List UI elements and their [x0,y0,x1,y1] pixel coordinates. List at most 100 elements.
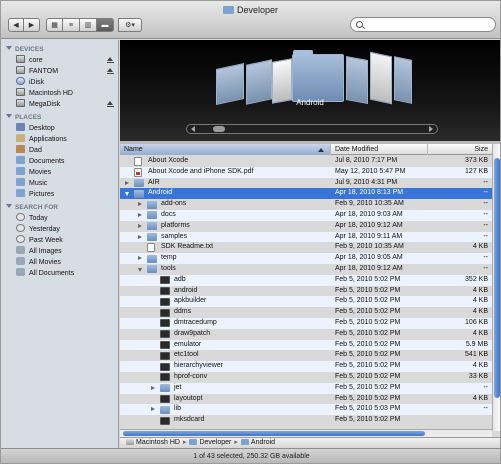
path-separator-icon: ▸ [234,439,238,446]
forward-button[interactable]: ▶ [24,18,40,32]
back-button[interactable]: ◀ [8,18,24,32]
sidebar-item-dad[interactable]: Dad [1,145,118,156]
sidebar-item-pictures[interactable]: Pictures [1,189,118,200]
sidebar-item-all-images[interactable]: All Images [1,246,118,257]
sidebar-item-macintosh-hd[interactable]: Macintosh HD [1,88,118,99]
table-row[interactable]: samples Apr 18, 2010 9:11 AM -- [120,231,492,243]
table-row[interactable]: platforms Apr 18, 2010 9:12 AM -- [120,221,492,232]
icon-view-button[interactable]: ▦ [46,18,63,32]
coverflow-scrollbar[interactable] [186,124,438,134]
section-header-search-for[interactable]: SEARCH FOR [1,202,118,213]
disclosure-closed-icon[interactable] [138,234,142,239]
table-row[interactable]: tools Apr 18, 2010 9:12 AM -- [120,264,492,275]
list-view-button[interactable]: ≡ [63,18,80,32]
disclosure-closed-icon[interactable] [138,212,142,217]
column-header-name[interactable]: Name [120,144,331,155]
eject-icon[interactable] [106,101,114,108]
table-row[interactable]: hierarchyviewer Feb 5, 2010 5:02 PM 4 KB [120,361,492,372]
sidebar-item-fantom[interactable]: FANTOM [1,66,118,77]
sidebar-item-all-movies[interactable]: All Movies [1,257,118,268]
path-item[interactable]: Macintosh HD [136,439,180,446]
vertical-scrollbar[interactable] [492,144,500,431]
path-item[interactable]: Android [251,439,275,446]
coverflow-scroll-thumb[interactable] [213,126,225,132]
table-row[interactable]: layoutopt Feb 5, 2010 5:02 PM 4 KB [120,394,492,405]
table-row[interactable]: temp Apr 18, 2010 9:05 AM -- [120,253,492,264]
sidebar-item-idisk[interactable]: iDisk [1,77,118,88]
scroll-left-icon[interactable] [191,126,195,132]
horizontal-scroll-thumb[interactable] [123,431,425,436]
column-header-size[interactable]: Size [428,144,492,155]
table-row[interactable]: SDK Readme.txt Feb 9, 2010 10:35 AM 4 KB [120,242,492,253]
search-input[interactable] [367,19,492,30]
section-header-places[interactable]: PLACES [1,112,118,123]
file-name: android [174,286,198,294]
eject-icon[interactable] [106,57,114,64]
table-row[interactable]: lib Feb 5, 2010 5:03 PM -- [120,404,492,416]
disclosure-closed-icon[interactable] [138,202,142,207]
table-row[interactable]: docs Apr 18, 2010 9:03 AM -- [120,209,492,221]
eject-icon[interactable] [106,68,114,75]
table-row[interactable]: hprof-conv Feb 5, 2010 5:02 PM 33 KB [120,372,492,383]
table-row[interactable]: Android Apr 18, 2010 8:13 PM -- [120,188,492,200]
sidebar-item-today[interactable]: Today [1,213,118,224]
table-row[interactable]: AIR Jul 9, 2010 4:31 PM -- [120,178,492,189]
disclosure-closed-icon[interactable] [138,256,142,261]
sidebar-item-megadisk[interactable]: MegaDisk [1,99,118,110]
table-row[interactable]: add-ons Feb 9, 2010 10:35 AM -- [120,199,492,210]
search-field[interactable] [350,17,496,32]
sidebar-item-core[interactable]: core [1,55,118,66]
forward-arrow-icon: ▶ [28,22,35,29]
sidebar-item-movies[interactable]: Movies [1,167,118,178]
section-header-devices[interactable]: DEVICES [1,44,118,55]
sidebar-item-all-documents[interactable]: All Documents [1,268,118,279]
table-row[interactable]: dmtracedump Feb 5, 2010 5:02 PM 106 KB [120,317,492,329]
table-row[interactable]: etc1tool Feb 5, 2010 5:02 PM 541 KB [120,350,492,361]
disclosure-closed-icon[interactable] [138,223,142,228]
table-row[interactable]: About Xcode and iPhone SDK.pdf May 12, 20… [120,166,492,178]
date-modified-cell: May 12, 2010 5:47 PM [335,167,406,175]
sidebar-item-yesterday[interactable]: Yesterday [1,224,118,235]
coverflow-item[interactable] [346,56,368,104]
coverflow-item[interactable] [394,56,412,104]
coverflow-selected-folder[interactable] [292,50,344,102]
vertical-scroll-thumb[interactable] [494,158,500,398]
coverflow-item[interactable] [370,51,392,105]
sidebar-item-desktop[interactable]: Desktop [1,123,118,134]
sidebar-item-past-week[interactable]: Past Week [1,235,118,246]
sidebar-item-label: Documents [29,158,65,165]
table-row[interactable]: mksdcard Feb 5, 2010 5:02 PM [120,415,492,426]
horizontal-scrollbar[interactable] [120,429,492,437]
name-cell: layoutopt [120,394,331,405]
table-row[interactable]: draw9patch Feb 5, 2010 5:02 PM 4 KB [120,329,492,340]
table-row[interactable]: adb Feb 5, 2010 5:02 PM 352 KB [120,274,492,286]
executable-icon [160,276,170,285]
table-row[interactable]: emulator Feb 5, 2010 5:02 PM 5.9 MB [120,339,492,351]
table-row[interactable]: apkbuilder Feb 5, 2010 5:02 PM 4 KB [120,296,492,308]
sidebar-item-label: FANTOM [29,68,59,75]
disclosure-closed-icon[interactable] [151,407,155,412]
clock-icon [16,224,25,232]
table-row[interactable]: android Feb 5, 2010 5:02 PM 4 KB [120,286,492,297]
sidebar-item-music[interactable]: Music [1,178,118,189]
scroll-right-icon[interactable] [429,126,433,132]
table-row[interactable]: About Xcode Jul 8, 2010 7:17 PM 373 KB [120,156,492,167]
action-button[interactable]: ⚙▾ [118,18,142,32]
coverflow-view-button[interactable]: ▬ [97,18,114,32]
sidebar-item-documents[interactable]: Documents [1,156,118,167]
table-row[interactable]: jet Feb 5, 2010 5:02 PM -- [120,382,492,394]
column-header-date[interactable]: Date Modified [331,144,428,155]
disclosure-open-icon[interactable] [138,267,142,272]
coverflow-item[interactable] [272,58,292,104]
disclosure-closed-icon[interactable] [151,385,155,390]
disclosure-triangle-icon [6,114,12,118]
status-text: 1 of 43 selected, 250.32 GB available [193,453,310,460]
column-view-button[interactable]: ▥ [80,18,97,32]
disclosure-open-icon[interactable] [125,192,129,197]
sidebar-item-applications[interactable]: Applications [1,134,118,145]
date-modified-cell: Feb 5, 2010 5:02 PM [335,308,401,316]
disclosure-closed-icon[interactable] [125,180,129,185]
table-row[interactable]: ddms Feb 5, 2010 5:02 PM 4 KB [120,307,492,318]
size-cell: 541 KB [465,351,488,359]
path-item[interactable]: Developer [199,439,231,446]
